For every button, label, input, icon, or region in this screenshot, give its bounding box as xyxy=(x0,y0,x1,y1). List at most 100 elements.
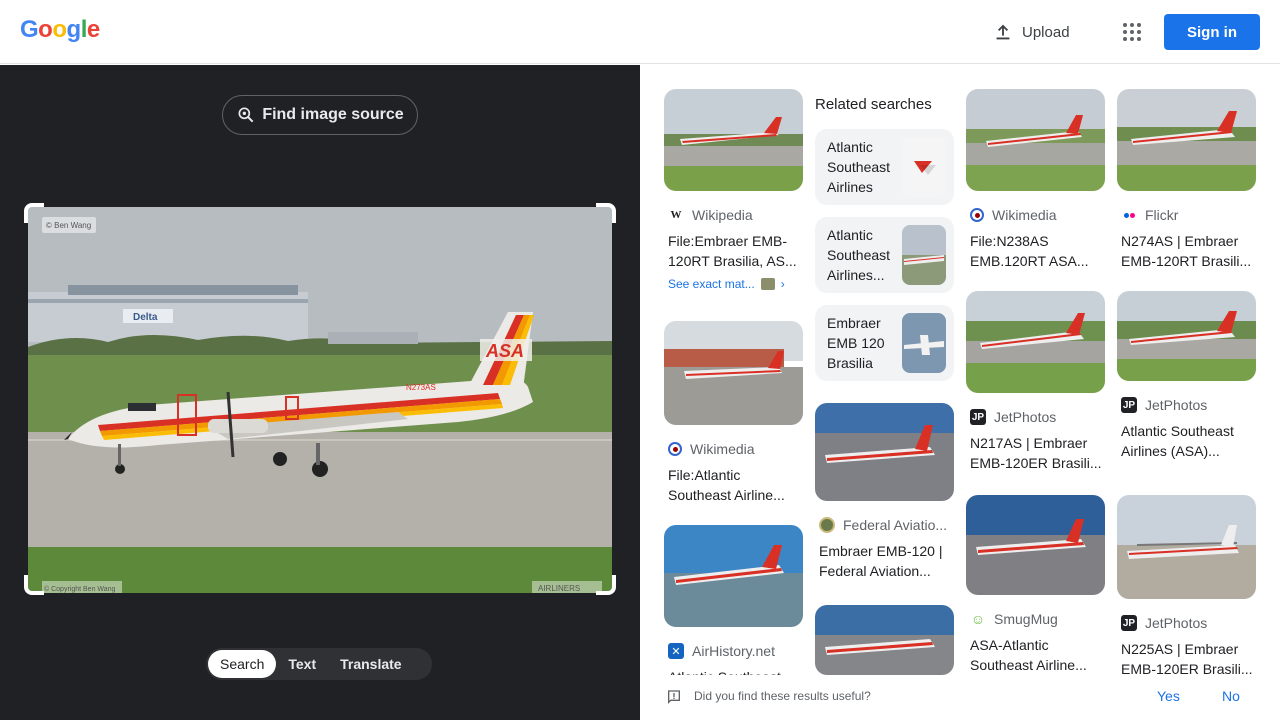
result-thumbnail[interactable] xyxy=(966,89,1105,191)
wikimedia-icon xyxy=(668,442,682,456)
result-source[interactable]: ✕ AirHistory.net xyxy=(668,643,803,659)
result-card[interactable]: ☺ SmugMug ASA-Atlantic Southeast Airline… xyxy=(966,495,1105,675)
upload-icon xyxy=(996,24,1010,40)
flickr-icon xyxy=(1121,207,1137,223)
result-thumbnail[interactable] xyxy=(664,89,803,191)
feedback-no-button[interactable]: No xyxy=(1222,688,1240,704)
related-search-thumb xyxy=(902,313,946,373)
result-source[interactable]: Wikimedia xyxy=(970,207,1105,223)
lens-search-icon xyxy=(238,107,254,123)
result-source-name: SmugMug xyxy=(994,611,1058,627)
result-source-name: Wikimedia xyxy=(690,441,755,457)
result-source-name: JetPhotos xyxy=(1145,615,1208,631)
result-thumbnail[interactable] xyxy=(966,291,1105,393)
feedback-question: Did you find these results useful? xyxy=(694,689,871,703)
result-title[interactable]: N274AS | Embraer EMB-120RT Brasili... xyxy=(1121,231,1253,271)
tail-asa-logo: ASA xyxy=(485,341,524,361)
result-title[interactable]: Atlantic Southeast Airlines (ASA)... xyxy=(1121,421,1253,461)
crop-handle-top-right[interactable] xyxy=(596,203,616,223)
result-source[interactable]: ☺ SmugMug xyxy=(970,611,1105,627)
apps-grid-icon[interactable] xyxy=(1120,20,1144,44)
result-source-name: AirHistory.net xyxy=(692,643,775,659)
feedback-yes-button[interactable]: Yes xyxy=(1157,688,1180,704)
result-card[interactable]: Wikimedia File:N238AS EMB.120RT ASA... xyxy=(966,89,1105,271)
find-image-source-label: Find image source xyxy=(262,106,404,123)
mode-text-tab[interactable]: Text xyxy=(276,650,328,678)
result-source[interactable]: JP JetPhotos xyxy=(1121,397,1256,413)
result-card[interactable]: JP JetPhotos Atlantic Southeast Airlines… xyxy=(1117,291,1256,461)
result-thumbnail[interactable] xyxy=(664,525,803,627)
result-thumbnail[interactable] xyxy=(1117,291,1256,381)
result-thumbnail[interactable] xyxy=(815,605,954,675)
faa-seal-icon xyxy=(819,517,835,533)
google-logo[interactable]: Google xyxy=(20,16,100,44)
query-image[interactable]: Delta ASA N273AS © Ben Wang © Copyright … xyxy=(28,207,612,593)
result-title[interactable]: Embraer EMB-120 | Federal Aviation... xyxy=(819,541,951,581)
result-card[interactable]: Wikimedia File:Atlantic Southeast Airlin… xyxy=(664,321,803,505)
result-card[interactable]: JP JetPhotos N225AS | Embraer EMB-120ER … xyxy=(1117,495,1256,679)
mode-translate-tab[interactable]: Translate xyxy=(328,650,413,678)
related-search-thumb xyxy=(902,137,946,197)
result-source[interactable]: JP JetPhotos xyxy=(970,409,1105,425)
result-card[interactable]: Federal Aviatio... Embraer EMB-120 | Fed… xyxy=(815,403,954,581)
logo-letter: G xyxy=(20,16,39,43)
crop-handle-bottom-right[interactable] xyxy=(596,575,616,595)
hangar-delta-sign: Delta xyxy=(133,312,158,323)
result-source[interactable]: Flickr xyxy=(1121,207,1256,223)
logo-letter: e xyxy=(86,16,100,43)
result-source-name: JetPhotos xyxy=(1145,397,1208,413)
see-exact-matches-label: See exact mat... xyxy=(668,277,755,291)
result-card[interactable]: W Wikipedia File:Embraer EMB-120RT Brasi… xyxy=(664,89,803,291)
result-source[interactable]: JP JetPhotos xyxy=(1121,615,1256,631)
result-source-name: Federal Aviatio... xyxy=(843,517,948,533)
result-card[interactable] xyxy=(815,605,954,675)
related-search-label: Atlantic Southeast Airlines xyxy=(827,139,891,195)
result-source[interactable]: W Wikipedia xyxy=(668,207,803,223)
result-title[interactable]: File:N238AS EMB.120RT ASA... xyxy=(970,231,1102,271)
smugmug-icon: ☺ xyxy=(970,611,986,627)
result-thumbnail[interactable] xyxy=(1117,89,1256,191)
result-title[interactable]: N225AS | Embraer EMB-120ER Brasili... xyxy=(1121,639,1253,679)
crop-handle-top-left[interactable] xyxy=(24,203,44,223)
sign-in-button[interactable]: Sign in xyxy=(1164,14,1260,50)
mode-switcher: Search Text Translate xyxy=(206,648,432,680)
top-bar: Google Upload Sign in xyxy=(0,0,1280,64)
related-search-label: Embraer EMB 120 Brasilia xyxy=(827,315,885,371)
related-search-chip[interactable]: Embraer EMB 120 Brasilia xyxy=(815,305,954,381)
logo-letter: o xyxy=(52,16,67,43)
result-thumbnail[interactable] xyxy=(1117,495,1256,599)
result-card[interactable]: Flickr N274AS | Embraer EMB-120RT Brasil… xyxy=(1117,89,1256,271)
result-source[interactable]: Federal Aviatio... xyxy=(819,517,954,533)
see-exact-matches-link[interactable]: See exact mat... › xyxy=(668,277,803,291)
wikipedia-icon: W xyxy=(670,209,682,221)
find-image-source-button[interactable]: Find image source xyxy=(222,95,418,135)
result-source[interactable]: Wikimedia xyxy=(668,441,803,457)
airhistory-icon: ✕ xyxy=(668,643,684,659)
result-thumbnail[interactable] xyxy=(815,403,954,501)
watermark-bottom-left: © Copyright Ben Wang xyxy=(44,585,116,593)
mode-search-tab[interactable]: Search xyxy=(208,650,277,678)
exact-match-thumb-icon xyxy=(760,278,775,290)
result-card[interactable]: JP JetPhotos N217AS | Embraer EMB-120ER … xyxy=(966,291,1105,473)
upload-button[interactable]: Upload xyxy=(992,20,1070,44)
result-title[interactable]: ASA-Atlantic Southeast Airline... xyxy=(970,635,1102,675)
crop-handle-bottom-left[interactable] xyxy=(24,575,44,595)
result-title[interactable]: File:Atlantic Southeast Airline... xyxy=(668,465,800,505)
result-source-name: JetPhotos xyxy=(994,409,1057,425)
jetphotos-icon: JP xyxy=(1121,615,1137,631)
jetphotos-icon: JP xyxy=(970,409,986,425)
result-source-name: Wikipedia xyxy=(692,207,753,223)
result-source-name: Wikimedia xyxy=(992,207,1057,223)
related-searches-heading: Related searches xyxy=(815,96,932,113)
related-search-chip[interactable]: Atlantic Southeast Airlines... xyxy=(815,217,954,293)
logo-letter: g xyxy=(66,16,82,43)
result-title[interactable]: File:Embraer EMB-120RT Brasilia, AS... xyxy=(668,231,800,271)
registration-text: N273AS xyxy=(406,383,436,392)
result-thumbnail[interactable] xyxy=(966,495,1105,595)
result-source-name: Flickr xyxy=(1145,207,1179,223)
wikimedia-icon xyxy=(970,208,984,222)
result-thumbnail[interactable] xyxy=(664,321,803,425)
related-search-chip[interactable]: Atlantic Southeast Airlines xyxy=(815,129,954,205)
result-title[interactable]: N217AS | Embraer EMB-120ER Brasili... xyxy=(970,433,1102,473)
related-search-label: Atlantic Southeast Airlines... xyxy=(827,227,891,283)
